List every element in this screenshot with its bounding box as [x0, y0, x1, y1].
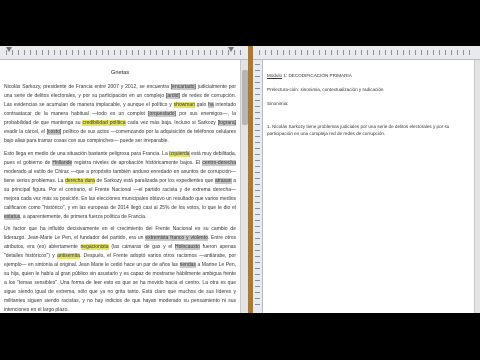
module-heading: Modulo 1: DECODIFICACIÓN PRIMARIA [267, 72, 467, 79]
prelecture-line: Prelectura-ción: sinonimia, contextualiz… [267, 87, 384, 92]
list-item: 1. Nicolás Sarkozy tiene problemas judic… [267, 124, 450, 136]
sinonimia-line: Sinonimia: [267, 101, 289, 106]
highlighted-text: extremista franco y violento [145, 235, 208, 241]
screen-recording-frame: Grietas Nicolás Sarkozy, presidente de F… [0, 46, 480, 313]
paragraph-text: (las cámaras de gas y el [108, 244, 175, 250]
highlighted-text: Hollande [52, 160, 73, 166]
highlighted-text: izquierda [169, 151, 190, 157]
paragraph-text: a Marine Le Pen, su hija, quien le había… [4, 262, 237, 313]
ruler-scale [6, 50, 242, 55]
document-page[interactable]: Modulo 1: DECODIFICACIÓN PRIMARIA Prelec… [263, 60, 474, 313]
vertical-scrollbar[interactable] [474, 60, 480, 313]
highlighted-text: negacionista [80, 244, 109, 250]
paragraph-2: Esto llega en medio de una situación bas… [4, 150, 236, 222]
horizontal-ruler[interactable] [253, 46, 480, 60]
paragraph-text: Esto llega en medio de una situación bas… [4, 151, 170, 157]
paragraph-text: , a aparentemente, de primera fuerza pol… [20, 214, 147, 220]
right-document-window: Modulo 1: DECODIFICACIÓN PRIMARIA Prelec… [253, 46, 480, 313]
paragraph-text: galo [194, 102, 209, 108]
highlighted-text: [encartado] [170, 84, 196, 90]
module-title: 1: DECODIFICACIÓN PRIMARIA [282, 73, 352, 78]
paragraph-text: cada vez más baja. Incluso si Sarkozy [125, 120, 218, 126]
highlighted-text: centro-derecha [202, 160, 236, 166]
highlighted-text: [orquestado] [148, 111, 176, 117]
highlighted-text: showman [173, 102, 195, 108]
ruler-scale [259, 50, 474, 55]
highlighted-text: [ardid] [166, 93, 180, 99]
highlighted-text: [lograra] [217, 120, 236, 126]
vertical-ruler[interactable] [253, 60, 263, 313]
highlighted-text: atrasan [214, 178, 232, 184]
document-page[interactable]: Grietas Nicolás Sarkozy, presidente de F… [0, 60, 240, 313]
document-title: Grietas [110, 70, 130, 76]
paragraph-text: evadir la cárcel, el [4, 129, 47, 135]
ruler-scale [255, 64, 260, 309]
right-indent-marker[interactable] [228, 47, 234, 52]
highlighted-text: antisemita [57, 253, 80, 259]
highlighted-text: riendas [179, 262, 196, 268]
highlighted-text: credibilidad política [82, 120, 126, 126]
paragraph-3: Un factor que ha influido decisivamente … [4, 225, 236, 313]
highlighted-text: derecha dura [65, 178, 95, 184]
left-document-window: Grietas Nicolás Sarkozy, presidente de F… [0, 46, 249, 313]
module-label: Modulo [267, 73, 283, 78]
paragraph-text: de Sarkozy está paralizada por los exped… [94, 178, 215, 184]
left-indent-marker[interactable] [6, 47, 12, 52]
horizontal-ruler[interactable] [0, 46, 248, 60]
paragraph-text: Nicolás Sarkozy, presidente de Francia e… [4, 84, 171, 90]
highlighted-text: [costo] [46, 129, 62, 135]
highlighted-text: Holocausto [174, 244, 200, 250]
paragraph-1: Nicolás Sarkozy, presidente de Francia e… [4, 83, 236, 146]
highlighted-text: estatus [4, 214, 21, 220]
paragraph-text: registra niveles de aprobación histórica… [72, 160, 203, 166]
